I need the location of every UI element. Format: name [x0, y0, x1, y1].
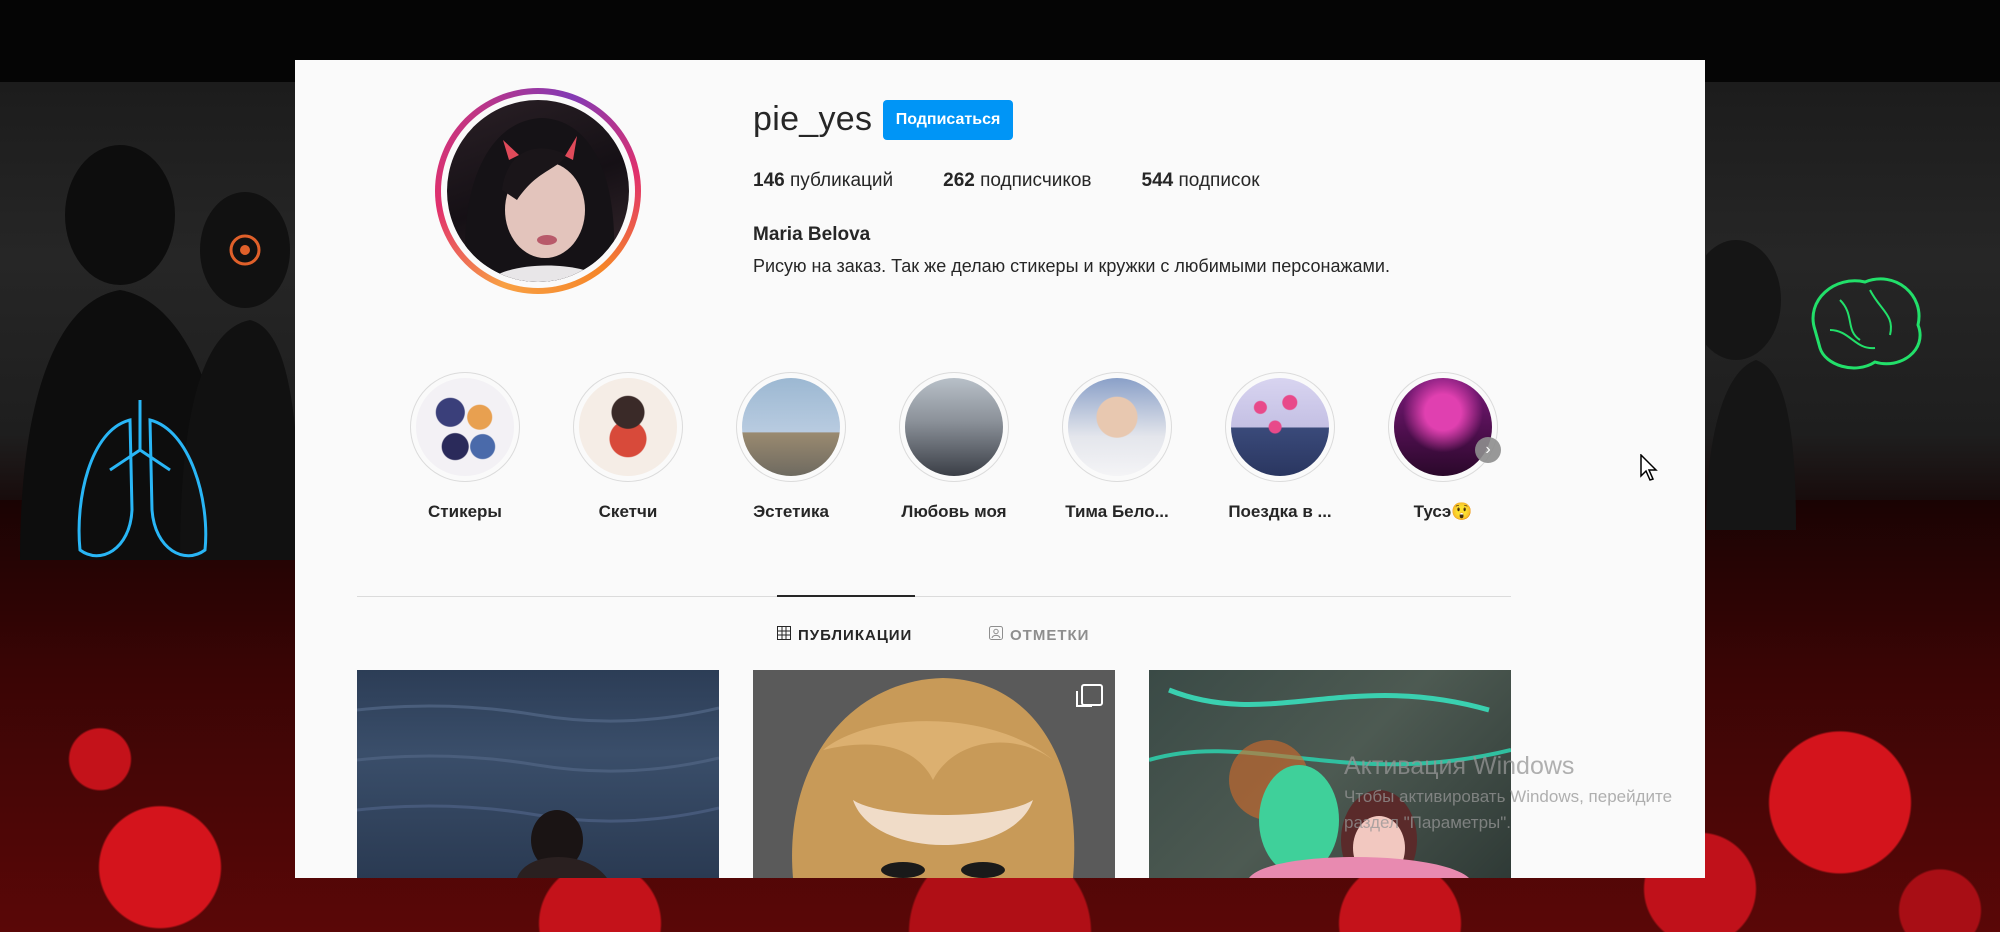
tag-person-icon	[989, 626, 1003, 644]
highlight-ring	[899, 372, 1009, 482]
watermark-line-2: раздел "Параметры".	[1344, 813, 1512, 832]
avatar[interactable]	[447, 100, 629, 282]
followers-count: 262	[943, 170, 975, 191]
carousel-icon	[1076, 684, 1103, 707]
highlight-cover	[579, 378, 677, 476]
tab-tagged[interactable]: ОТМЕТКИ	[989, 626, 1089, 644]
highlight-label: Любовь моя	[901, 502, 1007, 521]
highlight-label: Поездка в ...	[1228, 502, 1332, 521]
tabs-divider	[357, 596, 1511, 597]
watermark-line-1: Чтобы активировать Windows, перейдите	[1344, 787, 1673, 806]
story-ring[interactable]	[435, 88, 641, 294]
story-highlights: Стикеры Скетчи Эстетика Любовь моя Тима …	[409, 372, 1550, 522]
lungs-art	[77, 400, 208, 558]
profile-stats: 146 публикаций 262 подписчиков 544 подпи…	[753, 170, 1310, 192]
highlight-label: Тима Бело...	[1065, 502, 1169, 521]
highlight-trip[interactable]: Поездка в ...	[1224, 372, 1336, 522]
bio: Рисую на заказ. Так же делаю стикеры и к…	[753, 256, 1390, 276]
highlight-ring	[1225, 372, 1335, 482]
silhouette-right-art	[1706, 240, 1796, 530]
highlight-sketches[interactable]: Скетчи	[572, 372, 684, 522]
highlight-ring	[1388, 372, 1498, 482]
highlight-label: Стикеры	[428, 502, 502, 521]
post-thumbnail[interactable]	[357, 670, 719, 878]
avatar-portrait	[465, 118, 615, 282]
tab-posts-label: ПУБЛИКАЦИИ	[798, 626, 913, 644]
tab-posts[interactable]: ПУБЛИКАЦИИ	[777, 626, 912, 644]
highlight-tima[interactable]: Тима Бело...	[1061, 372, 1173, 522]
highlight-stickers[interactable]: Стикеры	[409, 372, 521, 522]
following-count: 544	[1141, 170, 1174, 191]
highlight-ring	[410, 372, 520, 482]
tab-tagged-label: ОТМЕТКИ	[1010, 626, 1090, 644]
highlight-label: Тусэ😲	[1413, 502, 1473, 521]
highlight-cover	[1394, 378, 1492, 476]
followers-label: подписчиков	[980, 170, 1092, 191]
followers-stat[interactable]: 262 подписчиков	[943, 170, 1091, 192]
highlight-cover	[416, 378, 514, 476]
avatar-gap	[441, 94, 635, 288]
highlight-love[interactable]: Любовь моя	[898, 372, 1010, 522]
watermark-title: Активация Windows	[1344, 752, 1575, 780]
post-thumbnail[interactable]	[753, 670, 1115, 878]
post-image-drawing	[792, 678, 1075, 878]
windows-activation-watermark: Активация Windows Чтобы активировать Win…	[1344, 752, 1672, 833]
highlight-cover	[742, 378, 840, 476]
highlight-ring	[573, 372, 683, 482]
highlight-aesthetics[interactable]: Эстетика	[735, 372, 847, 522]
follow-button[interactable]: Подписаться	[883, 100, 1013, 140]
posts-label: публикаций	[789, 170, 894, 191]
highlight-label: Эстетика	[753, 502, 829, 521]
highlight-label: Скетчи	[598, 502, 658, 521]
posts-stat[interactable]: 146 публикаций	[753, 170, 893, 192]
highlight-cover	[1231, 378, 1329, 476]
full-name: Maria Belova	[753, 224, 871, 245]
mouse-cursor-icon	[1640, 454, 1658, 481]
grid-icon	[777, 626, 791, 644]
highlight-ring	[1062, 372, 1172, 482]
post-image-sea	[357, 704, 719, 878]
username: pie_yes	[753, 100, 873, 138]
chevron-right-icon[interactable]: ›	[1475, 437, 1501, 463]
active-tab-indicator	[777, 595, 915, 597]
posts-count: 146	[753, 170, 785, 191]
highlight-cover	[905, 378, 1003, 476]
following-stat[interactable]: 544 подписок	[1142, 170, 1260, 192]
highlight-ring	[736, 372, 846, 482]
highlight-cover	[1068, 378, 1166, 476]
following-label: подписок	[1178, 170, 1260, 191]
